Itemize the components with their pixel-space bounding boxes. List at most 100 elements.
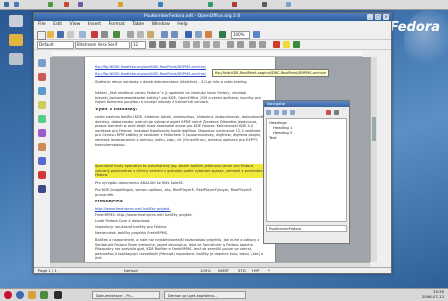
paste-icon[interactable] — [147, 31, 154, 38]
launcher-icon[interactable] — [158, 2, 163, 7]
doc-line: Pro výrvgibu dokumentu ADALSKI se KWL ko… — [95, 181, 184, 185]
hyperlink-icon[interactable] — [185, 31, 192, 38]
draw-icon[interactable] — [205, 31, 212, 38]
text-icon[interactable] — [38, 115, 46, 123]
menu-window[interactable]: Window — [152, 22, 170, 27]
terminal-icon[interactable] — [54, 291, 62, 299]
menu-icon[interactable] — [4, 291, 12, 299]
status-hyperlink[interactable]: HYP — [252, 268, 259, 274]
launcher-icon[interactable] — [208, 2, 213, 7]
top-panel — [0, 0, 448, 10]
launcher-icon[interactable] — [286, 2, 291, 7]
maximize-button[interactable]: □ — [375, 14, 381, 20]
shapes-icon[interactable] — [38, 129, 46, 137]
vertical-scrollbar[interactable] — [370, 57, 377, 262]
cut-icon[interactable] — [127, 31, 134, 38]
content-view-icon[interactable] — [334, 110, 339, 115]
taskbar-button[interactable]: Demon pri.get.kopfolino... — [164, 291, 246, 299]
menu-edit[interactable]: Edit — [53, 22, 62, 27]
anchor-icon[interactable] — [326, 110, 331, 115]
menu-table[interactable]: Table — [132, 22, 144, 27]
gallery-icon[interactable] — [38, 185, 46, 193]
launcher-icon[interactable] — [64, 2, 69, 7]
navigator-document-select[interactable]: PsuKernkerFedora — [266, 225, 347, 232]
new-document-icon[interactable] — [37, 31, 46, 40]
bold-icon[interactable] — [149, 41, 156, 48]
font-name-field[interactable]: Bitstream Vera Serif — [75, 41, 130, 49]
navigator-item[interactable]: Text — [269, 135, 344, 140]
table-icon[interactable] — [195, 31, 202, 38]
align-center-icon[interactable] — [193, 41, 200, 48]
navigator-list[interactable]: Headings Heading 1 Heading 2 Text — [266, 118, 347, 222]
numbering-icon[interactable] — [227, 41, 234, 48]
taskbar-button[interactable]: Dokumentace - Pu... — [92, 291, 160, 299]
email-icon[interactable] — [28, 291, 36, 299]
office-icon[interactable] — [40, 291, 48, 299]
align-right-icon[interactable] — [203, 41, 210, 48]
computer-icon[interactable] — [9, 15, 23, 27]
home-folder-icon[interactable] — [9, 34, 23, 46]
highlight-icon[interactable] — [283, 41, 290, 48]
applications-menu-icon[interactable] — [14, 2, 19, 7]
decrease-indent-icon[interactable] — [249, 41, 256, 48]
zoom-field[interactable]: 100% — [231, 31, 250, 39]
align-left-icon[interactable] — [183, 41, 190, 48]
spellcheck-icon[interactable] — [113, 31, 120, 38]
menu-view[interactable]: View — [70, 22, 81, 27]
minimize-button[interactable]: _ — [367, 14, 373, 20]
paragraph-style-field[interactable]: Default — [37, 41, 74, 49]
window-titlebar[interactable]: PsuKernkerFedora.odt - OpenOffice.org 2.… — [34, 13, 391, 21]
increase-indent-icon[interactable] — [259, 41, 266, 48]
menu-help[interactable]: Help — [177, 22, 187, 27]
print-icon[interactable] — [101, 31, 108, 38]
italic-icon[interactable] — [159, 41, 166, 48]
menu-file[interactable]: File — [38, 22, 46, 27]
launcher-icon[interactable] — [48, 2, 53, 7]
menu-format[interactable]: Format — [109, 22, 125, 27]
bullets-icon[interactable] — [237, 41, 244, 48]
status-insert[interactable]: INSRT — [218, 268, 229, 274]
redo-icon[interactable] — [171, 31, 178, 38]
underline-icon[interactable] — [169, 41, 176, 48]
toggle-icon[interactable] — [266, 110, 271, 115]
fedora-menu-icon[interactable] — [4, 2, 9, 7]
ellipse-icon[interactable] — [38, 101, 46, 109]
status-selection[interactable]: STD — [238, 268, 246, 274]
navigator-title[interactable]: Navigator — [264, 101, 349, 107]
launcher-icon[interactable] — [262, 2, 267, 7]
stars-icon[interactable] — [38, 171, 46, 179]
copy-icon[interactable] — [137, 31, 144, 38]
browser-icon[interactable] — [16, 291, 24, 299]
callout-icon[interactable] — [38, 157, 46, 165]
navigation-icon[interactable] — [274, 110, 279, 115]
justify-icon[interactable] — [213, 41, 220, 48]
previous-icon[interactable] — [282, 110, 287, 115]
open-icon[interactable] — [47, 31, 54, 38]
launcher-icon[interactable] — [232, 2, 237, 7]
undo-icon[interactable] — [161, 31, 168, 38]
navigator-icon[interactable] — [219, 31, 226, 38]
help-icon[interactable] — [253, 31, 260, 38]
line-icon[interactable] — [38, 73, 46, 81]
font-size-field[interactable]: 12 — [131, 41, 146, 49]
launcher-icon[interactable] — [118, 2, 123, 7]
clock[interactable]: 15:30 2006-07-12 — [422, 289, 444, 300]
email-icon[interactable] — [67, 31, 74, 38]
font-color-icon[interactable] — [273, 41, 280, 48]
edit-file-icon[interactable] — [79, 31, 86, 38]
menu-insert[interactable]: Insert — [88, 22, 101, 27]
save-icon[interactable] — [57, 31, 64, 38]
launcher-icon[interactable] — [78, 2, 83, 7]
rectangle-icon[interactable] — [38, 87, 46, 95]
next-icon[interactable] — [290, 110, 295, 115]
export-pdf-icon[interactable] — [91, 31, 98, 38]
background-color-icon[interactable] — [293, 41, 300, 48]
arrows-icon[interactable] — [38, 143, 46, 151]
status-zoom[interactable]: 100% — [200, 268, 211, 274]
pointer-icon[interactable] — [38, 59, 46, 67]
trash-icon[interactable] — [9, 53, 23, 65]
document-page[interactable]: ftp://ftp.NDSK.lkodfeko.org/opt/KDE.Rool… — [84, 57, 276, 262]
doc-line[interactable]: http://www.freshrpms.net/ balíčky projek… — [95, 207, 265, 212]
scroll-thumb[interactable] — [372, 117, 376, 141]
close-button[interactable]: × — [383, 14, 389, 20]
